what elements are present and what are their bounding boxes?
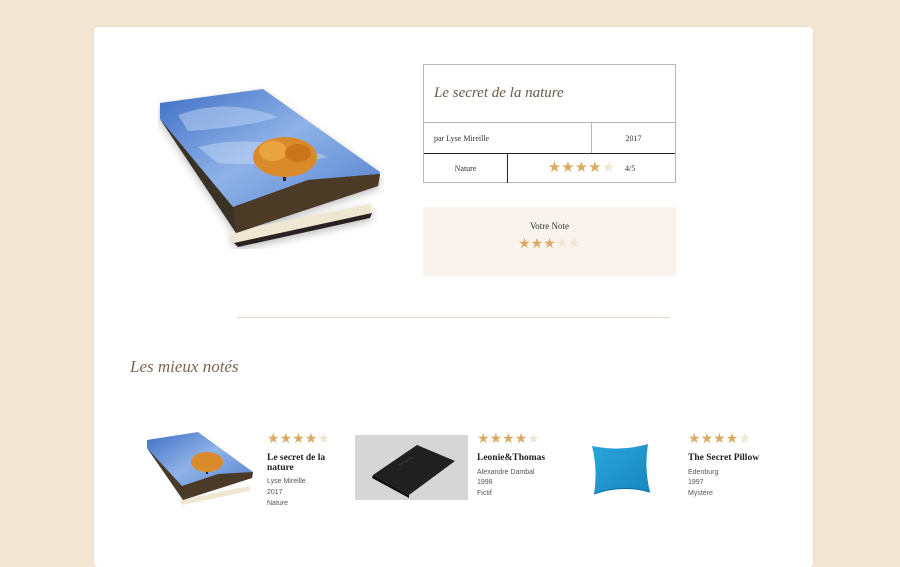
item-rating-stars: ★★★★★ (477, 430, 562, 448)
star-icon: ★ (725, 432, 739, 447)
book-cover-image (160, 89, 380, 247)
book-cover-thumbnail[interactable] (355, 435, 468, 500)
book-rating: ★★★★★ 4/5 (508, 154, 675, 183)
item-author: Edenburg (688, 468, 719, 476)
item-rating-stars: ★★★★★ (688, 430, 783, 448)
star-icon: ★ (588, 160, 602, 176)
star-icon: ★ (502, 432, 515, 447)
book-info-table: Le secret de la nature par Lyse Mireille… (423, 64, 676, 183)
book-cover-thumbnail[interactable] (146, 428, 256, 508)
section-divider (237, 317, 670, 318)
book-title: Le secret de la nature (424, 65, 675, 123)
user-rating-box: Votre Note ★★★★★ (423, 207, 676, 276)
star-icon: ★ (267, 432, 280, 447)
star-icon: ★ (601, 160, 616, 176)
product-card: Le secret de la nature par Lyse Mireille… (94, 27, 813, 567)
star-icon: ★ (688, 432, 701, 447)
item-year: 2017 (267, 488, 283, 496)
section-title: Les mieux notés (130, 357, 239, 376)
top-rated-item[interactable]: ★★★★★ Leonie&Thomas Alexandre Dambal 199… (355, 428, 555, 508)
star-icon: ★ (700, 432, 714, 447)
star-icon: ★ (477, 432, 490, 447)
star-icon: ★ (713, 432, 726, 447)
book-author: par Lyse Mireille (424, 123, 592, 153)
item-title[interactable]: Le secret de la nature (267, 453, 352, 473)
item-author: Alexandre Dambal (477, 468, 535, 476)
user-rating-label: Votre Note (529, 221, 570, 231)
top-rated-item[interactable]: ★★★★★ Le secret de la nature Lyse Mireil… (146, 428, 346, 508)
book-genre: Nature (424, 154, 508, 183)
star-icon: ★ (304, 432, 318, 447)
user-rating-stars[interactable]: ★★★★★ (423, 235, 676, 253)
item-year: 1997 (688, 479, 704, 487)
item-title[interactable]: The Secret Pillow (688, 453, 783, 464)
star-icon: ★ (738, 432, 751, 447)
item-genre: Mystère (688, 490, 713, 498)
star-icon: ★ (561, 160, 575, 176)
star-icon: ★ (514, 432, 528, 447)
top-rated-item[interactable]: ★★★★★ The Secret Pillow Edenburg 1997 My… (574, 428, 784, 508)
book-year: 2017 (625, 133, 642, 143)
star-icon: ★ (317, 432, 330, 447)
star-icon[interactable]: ★ (518, 238, 531, 252)
item-rating-stars: ★★★★★ (267, 430, 352, 448)
star-icon: ★ (527, 432, 540, 447)
star-icon: ★ (547, 160, 562, 176)
star-icon[interactable]: ★ (568, 238, 581, 252)
pillow-thumbnail[interactable] (586, 440, 656, 496)
star-icon[interactable]: ★ (543, 238, 556, 252)
star-icon: ★ (279, 432, 293, 447)
item-author: Lyse Mireille (267, 478, 306, 485)
rating-score: 4/5 (625, 164, 636, 173)
star-icon[interactable]: ★ (531, 238, 544, 252)
star-icon: ★ (292, 432, 305, 447)
rating-stars: ★★★★★ (548, 161, 615, 176)
star-icon[interactable]: ★ (556, 238, 569, 252)
item-genre: Fictif (477, 490, 492, 498)
item-title[interactable]: Leonie&Thomas (477, 453, 562, 464)
star-icon: ★ (574, 160, 589, 176)
star-icon: ★ (489, 432, 503, 447)
item-year: 1998 (477, 479, 493, 487)
item-genre: Nature (267, 499, 289, 507)
